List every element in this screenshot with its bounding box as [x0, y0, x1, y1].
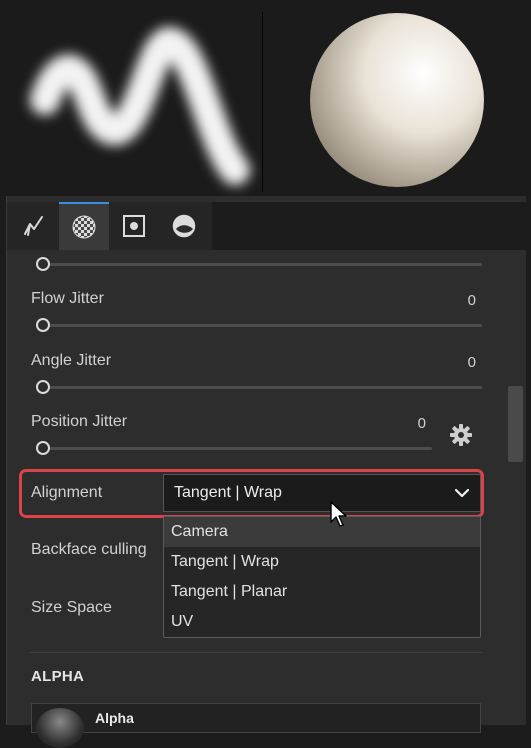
alpha-section-title: ALPHA	[31, 668, 85, 685]
alignment-highlight-box	[19, 469, 484, 518]
tab-bar	[7, 202, 526, 250]
preview-area	[0, 0, 531, 196]
dropdown-option-uv[interactable]: UV	[164, 607, 480, 637]
size-jitter-slider-thumb[interactable]	[36, 257, 50, 271]
angle-jitter-slider-track[interactable]	[44, 386, 482, 389]
alpha-thumbnail	[36, 708, 84, 748]
dropdown-option-camera[interactable]: Camera	[164, 517, 480, 547]
angle-jitter-value[interactable]: 0	[440, 354, 476, 371]
angle-jitter-label: Angle Jitter	[31, 352, 112, 369]
material-icon	[172, 214, 196, 238]
position-jitter-value[interactable]: 0	[390, 415, 426, 432]
brush-settings-panel	[6, 196, 526, 725]
tab-material[interactable]	[159, 202, 209, 250]
alpha-item[interactable]: Alpha	[31, 703, 481, 748]
checker-icon	[72, 215, 96, 239]
flow-jitter-slider-track[interactable]	[44, 324, 482, 327]
tab-brush[interactable]	[9, 202, 59, 250]
position-jitter-slider-thumb[interactable]	[36, 441, 50, 455]
position-jitter-slider-track[interactable]	[44, 447, 432, 450]
size-space-label: Size Space	[31, 599, 112, 616]
material-sphere-preview	[310, 13, 484, 187]
alpha-item-label: Alpha	[95, 710, 134, 726]
flow-jitter-slider-thumb[interactable]	[36, 318, 50, 332]
brush-icon	[24, 216, 43, 236]
tab-alpha[interactable]	[59, 202, 109, 250]
flow-jitter-label: Flow Jitter	[31, 290, 104, 307]
brush-stroke-preview	[30, 27, 250, 185]
tab-stencil[interactable]	[109, 202, 159, 250]
dropdown-option-tangent-planar[interactable]: Tangent | Planar	[164, 577, 480, 607]
size-jitter-slider-track[interactable]	[44, 263, 482, 266]
alignment-dropdown-list: Camera Tangent | Wrap Tangent | Planar U…	[163, 516, 481, 638]
dropdown-option-tangent-wrap[interactable]: Tangent | Wrap	[164, 547, 480, 577]
mouse-cursor-icon	[330, 501, 347, 527]
panel-scrollbar[interactable]	[508, 386, 523, 462]
position-jitter-label: Position Jitter	[31, 413, 128, 430]
backface-culling-label: Backface culling	[31, 541, 147, 558]
angle-jitter-slider-thumb[interactable]	[36, 380, 50, 394]
preview-divider	[262, 12, 263, 192]
stencil-icon	[123, 215, 145, 237]
gear-icon[interactable]	[449, 423, 473, 447]
section-divider	[30, 652, 482, 653]
flow-jitter-value[interactable]: 0	[440, 292, 476, 309]
